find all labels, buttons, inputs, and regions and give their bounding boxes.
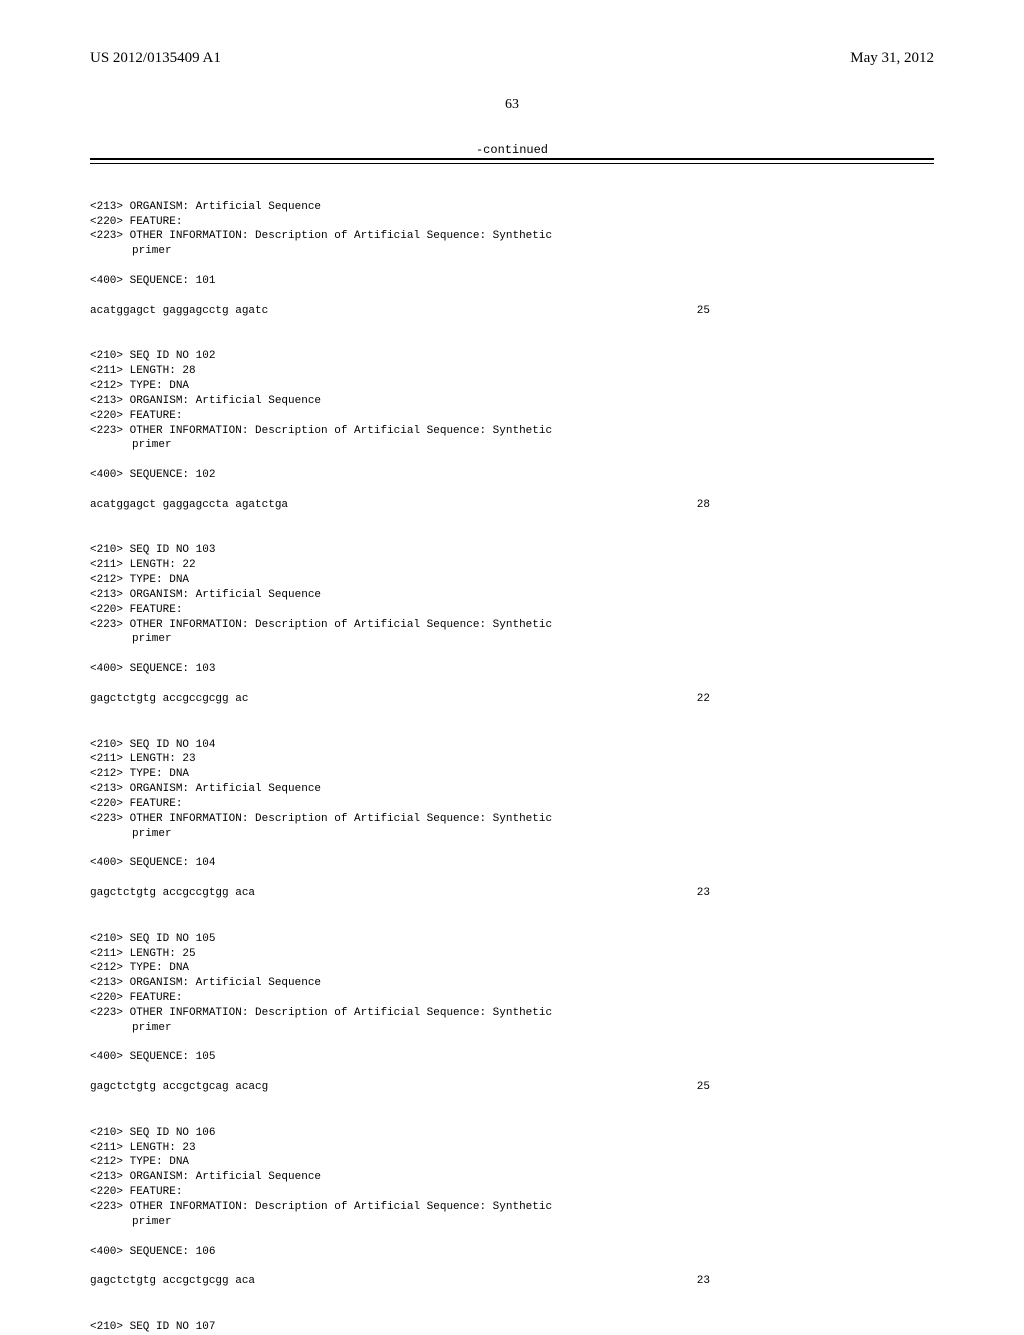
seq-meta-line: <212> TYPE: DNA	[90, 379, 934, 394]
sequence-position: 23	[670, 1274, 710, 1289]
seq-meta-indent: primer	[90, 827, 934, 842]
sequence-row: gagctctgtg accgccgcgg ac22	[90, 692, 710, 707]
seq-meta-line: <223> OTHER INFORMATION: Description of …	[90, 812, 934, 827]
sequence-row: gagctctgtg accgctgcag acacg25	[90, 1080, 710, 1095]
page-number: 63	[90, 97, 934, 113]
seq-meta-indent: primer	[90, 1021, 934, 1036]
seq-meta-line: <210> SEQ ID NO 103	[90, 543, 934, 558]
seq-meta-indent: primer	[90, 438, 934, 453]
sequence-row: acatggagct gaggagccta agatctga28	[90, 498, 710, 513]
seq-meta-line: <211> LENGTH: 28	[90, 364, 934, 379]
sequence-row: gagctctgtg accgccgtgg aca23	[90, 886, 710, 901]
section-rule	[90, 158, 934, 164]
seq-meta-line: <213> ORGANISM: Artificial Sequence	[90, 394, 934, 409]
sequence-row: acatggagct gaggagcctg agatc25	[90, 304, 710, 319]
seq-meta-line: <220> FEATURE:	[90, 1185, 934, 1200]
sequence-position: 28	[670, 498, 710, 513]
page-header: US 2012/0135409 A1 May 31, 2012	[90, 50, 934, 67]
sequence-text: gagctctgtg accgccgtgg aca	[90, 886, 670, 901]
sequence-entry: <210> SEQ ID NO 106<211> LENGTH: 23<212>…	[90, 1126, 934, 1304]
seq-meta-line: <212> TYPE: DNA	[90, 573, 934, 588]
seq-meta-line: <223> OTHER INFORMATION: Description of …	[90, 424, 934, 439]
sequence-text: gagctctgtg accgccgcgg ac	[90, 692, 670, 707]
sequence-text: gagctctgtg accgctgcag acacg	[90, 1080, 670, 1095]
sequence-entry: <210> SEQ ID NO 102<211> LENGTH: 28<212>…	[90, 349, 934, 527]
seq-meta-line: <220> FEATURE:	[90, 797, 934, 812]
seq-meta-line: <210> SEQ ID NO 105	[90, 932, 934, 947]
sequence-entry: <210> SEQ ID NO 104<211> LENGTH: 23<212>…	[90, 738, 934, 916]
seq-meta-line: <220> FEATURE:	[90, 991, 934, 1006]
sequence-entry: <210> SEQ ID NO 107	[90, 1320, 934, 1335]
continued-label: -continued	[90, 143, 934, 157]
seq-meta-line: <223> OTHER INFORMATION: Description of …	[90, 229, 934, 244]
seq-meta-indent: primer	[90, 1215, 934, 1230]
seq-meta-line: <211> LENGTH: 23	[90, 752, 934, 767]
seq-meta-line: <223> OTHER INFORMATION: Description of …	[90, 1200, 934, 1215]
sequence-row: gagctctgtg accgctgcgg aca23	[90, 1274, 710, 1289]
seq-meta-line: <223> OTHER INFORMATION: Description of …	[90, 1006, 934, 1021]
seq-meta-line: <210> SEQ ID NO 107	[90, 1320, 934, 1335]
sequence-text: acatggagct gaggagccta agatctga	[90, 498, 670, 513]
seq-meta-line: <212> TYPE: DNA	[90, 767, 934, 782]
seq-meta-line: <213> ORGANISM: Artificial Sequence	[90, 588, 934, 603]
seq-meta-line: <213> ORGANISM: Artificial Sequence	[90, 782, 934, 797]
seq-meta-line: <220> FEATURE:	[90, 603, 934, 618]
seq-meta-indent: primer	[90, 244, 934, 259]
sequence-entry: <210> SEQ ID NO 103<211> LENGTH: 22<212>…	[90, 543, 934, 721]
seq-meta-line: <210> SEQ ID NO 102	[90, 349, 934, 364]
seq-meta-line: <211> LENGTH: 23	[90, 1141, 934, 1156]
sequence-position: 25	[670, 304, 710, 319]
seq-meta-line: <220> FEATURE:	[90, 409, 934, 424]
seq-header: <400> SEQUENCE: 106	[90, 1245, 934, 1260]
seq-meta-line: <211> LENGTH: 22	[90, 558, 934, 573]
sequence-entry: <213> ORGANISM: Artificial Sequence<220>…	[90, 200, 934, 334]
page: US 2012/0135409 A1 May 31, 2012 63 -cont…	[0, 0, 1024, 1320]
publication-date: May 31, 2012	[850, 50, 934, 67]
sequence-text: acatggagct gaggagcctg agatc	[90, 304, 670, 319]
seq-meta-indent: primer	[90, 632, 934, 647]
seq-meta-line: <211> LENGTH: 25	[90, 947, 934, 962]
seq-meta-line: <213> ORGANISM: Artificial Sequence	[90, 1170, 934, 1185]
publication-number: US 2012/0135409 A1	[90, 50, 221, 67]
sequence-text: gagctctgtg accgctgcgg aca	[90, 1274, 670, 1289]
sequence-position: 25	[670, 1080, 710, 1095]
seq-header: <400> SEQUENCE: 104	[90, 856, 934, 871]
seq-header: <400> SEQUENCE: 102	[90, 468, 934, 483]
seq-meta-line: <210> SEQ ID NO 104	[90, 738, 934, 753]
sequence-position: 23	[670, 886, 710, 901]
seq-meta-line: <212> TYPE: DNA	[90, 1155, 934, 1170]
sequence-position: 22	[670, 692, 710, 707]
seq-meta-line: <213> ORGANISM: Artificial Sequence	[90, 976, 934, 991]
seq-meta-line: <220> FEATURE:	[90, 215, 934, 230]
seq-header: <400> SEQUENCE: 105	[90, 1050, 934, 1065]
sequence-entry: <210> SEQ ID NO 105<211> LENGTH: 25<212>…	[90, 932, 934, 1110]
seq-header: <400> SEQUENCE: 103	[90, 662, 934, 677]
seq-header: <400> SEQUENCE: 101	[90, 274, 934, 289]
seq-meta-line: <210> SEQ ID NO 106	[90, 1126, 934, 1141]
sequence-listing: <213> ORGANISM: Artificial Sequence<220>…	[90, 170, 934, 1335]
seq-meta-line: <213> ORGANISM: Artificial Sequence	[90, 200, 934, 215]
seq-meta-line: <223> OTHER INFORMATION: Description of …	[90, 618, 934, 633]
seq-meta-line: <212> TYPE: DNA	[90, 961, 934, 976]
